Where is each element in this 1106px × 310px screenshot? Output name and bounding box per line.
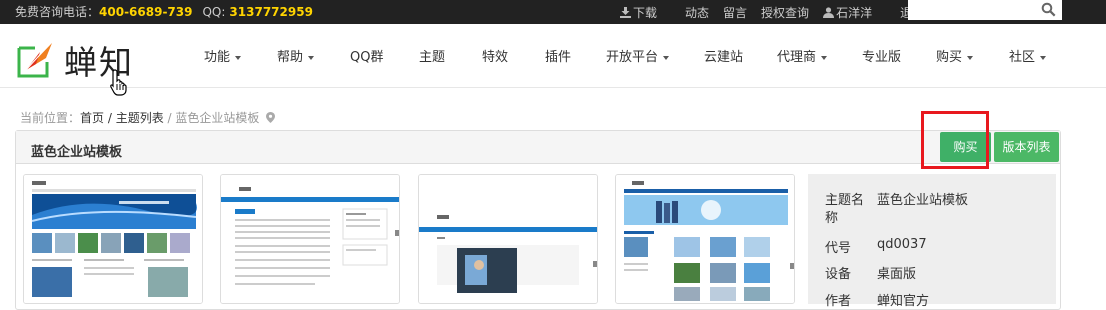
hotline-info: 免费咨询电话： 400-6689-739 QQ: 3137772959	[15, 0, 313, 24]
nav-qq-group[interactable]: QQ群	[350, 46, 383, 65]
nav-effects[interactable]: 特效	[482, 46, 508, 65]
theme-screenshot[interactable]	[220, 174, 400, 304]
download-icon	[620, 6, 631, 18]
nav-label: 代理商	[777, 50, 817, 65]
nav-features[interactable]: 功能	[204, 46, 242, 65]
message-link[interactable]: 留言	[723, 4, 747, 21]
panel-heading: 蓝色企业站模板 购买 版本列表	[16, 131, 1060, 164]
license-query-link[interactable]: 授权查询	[761, 4, 809, 21]
info-key: 设备	[825, 267, 852, 282]
logo-icon	[16, 40, 56, 80]
nav-open-platform[interactable]: 开放平台	[606, 46, 670, 65]
info-key: 作者	[825, 294, 852, 309]
nav-label: 社区	[1009, 50, 1036, 65]
main-nav: 蝉知 功能 帮助 QQ群 主题 特效 插件 开放平台 云建站 代理商 专业版 购…	[0, 24, 1106, 88]
caret-down-icon	[821, 55, 828, 60]
breadcrumb: 当前位置：首页 / 主题列表 / 蓝色企业站模板	[20, 109, 276, 126]
breadcrumb-theme-list[interactable]: 主题列表	[116, 111, 164, 125]
download-link[interactable]: 下载	[620, 4, 671, 21]
nav-plugins[interactable]: 插件	[545, 46, 571, 65]
info-key: 代号	[825, 241, 852, 256]
breadcrumb-separator: /	[104, 111, 116, 125]
theme-screenshot[interactable]	[418, 174, 598, 304]
user-icon	[823, 6, 835, 18]
theme-info-panel: 主题名称 蓝色企业站模板 代号 qd0037 设备 桌面版 作者 蝉知官方	[808, 174, 1056, 309]
user-link[interactable]: 石洋洋	[823, 4, 886, 21]
info-value: 蓝色企业站模板	[877, 193, 969, 208]
caret-down-icon	[967, 55, 974, 60]
breadcrumb-current: 蓝色企业站模板	[175, 111, 260, 125]
nav-buy[interactable]: 购买	[936, 46, 974, 65]
search-icon[interactable]	[1041, 2, 1056, 17]
info-key: 主题名称	[825, 193, 865, 226]
info-value: qd0037	[877, 237, 927, 252]
breadcrumb-separator: /	[163, 111, 176, 125]
download-label: 下载	[633, 5, 658, 20]
caret-down-icon	[308, 55, 315, 60]
nav-label: 功能	[204, 50, 231, 65]
theme-screenshot[interactable]	[23, 174, 203, 304]
info-row-code: 代号 qd0037	[825, 237, 927, 256]
top-links: 下载 动态 留言 授权查询 石洋洋 退出	[620, 0, 938, 24]
search-input[interactable]	[908, 0, 1062, 20]
info-value: 桌面版	[877, 267, 917, 282]
theme-screenshot[interactable]	[615, 174, 795, 304]
qq-number: 3137772959	[229, 5, 313, 19]
screenshot-preview	[24, 175, 202, 303]
caret-down-icon	[663, 55, 670, 60]
nav-label: 开放平台	[606, 50, 659, 65]
qq-label: QQ:	[202, 5, 226, 19]
caret-down-icon	[235, 55, 242, 60]
version-list-button[interactable]: 版本列表	[994, 132, 1059, 162]
caret-down-icon	[1040, 55, 1047, 60]
nav-pro-edition[interactable]: 专业版	[862, 46, 901, 65]
nav-label: 帮助	[277, 50, 304, 65]
nav-label: 购买	[936, 50, 963, 65]
user-name: 石洋洋	[836, 5, 873, 20]
screenshot-preview	[221, 175, 399, 303]
panel-title: 蓝色企业站模板	[31, 145, 123, 160]
highlight-box	[921, 111, 989, 169]
nav-community[interactable]: 社区	[1009, 46, 1047, 65]
info-row-device: 设备 桌面版	[825, 263, 916, 282]
screenshot-preview	[616, 175, 794, 303]
hand-cursor-icon	[110, 69, 127, 96]
top-bar: 免费咨询电话： 400-6689-739 QQ: 3137772959 下载 动…	[0, 0, 1106, 24]
nav-cloud-site[interactable]: 云建站	[704, 46, 743, 65]
nav-agents[interactable]: 代理商	[777, 46, 828, 65]
news-link[interactable]: 动态	[685, 4, 709, 21]
screenshot-preview	[419, 175, 597, 303]
breadcrumb-home[interactable]: 首页	[80, 111, 104, 125]
nav-help[interactable]: 帮助	[277, 46, 315, 65]
nav-themes[interactable]: 主题	[419, 46, 445, 65]
hotline-label: 免费咨询电话：	[15, 5, 100, 19]
info-row-name: 主题名称 蓝色企业站模板	[825, 192, 968, 228]
breadcrumb-prefix: 当前位置：	[20, 111, 81, 125]
hotline-number: 400-6689-739	[99, 5, 193, 19]
location-pin-icon	[266, 112, 276, 123]
